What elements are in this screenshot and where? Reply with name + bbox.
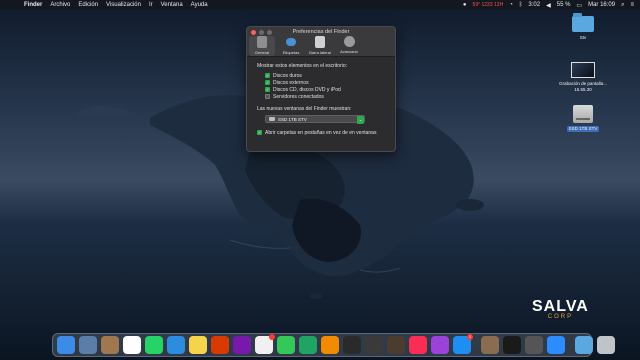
window-title: Preferencias del Finder [292,29,350,35]
desktop-icon-label: Stv [579,35,587,40]
tab-general-label: General [254,50,270,55]
checkbox-box[interactable] [265,94,270,99]
messages-icon[interactable] [277,336,295,354]
checkbox-label: Servidores conectados [273,93,324,100]
dock: 1 [52,333,615,357]
new-windows-label: Las nuevas ventanas del Finder muestran: [257,106,352,112]
preview-icon[interactable] [79,336,97,354]
menu-edicion[interactable]: Edición [78,2,98,8]
spotlight-search-icon[interactable]: ⌕ [621,2,624,9]
terminal-icon[interactable] [503,336,521,354]
checkbox-box[interactable]: ✓ [257,130,262,135]
gear-icon [343,36,355,47]
battery-text[interactable]: 55 % [557,2,571,8]
volume-icon[interactable]: ◀ [546,2,551,9]
desktop-icon-label: SSD 1TB STV [566,126,600,132]
status-stats[interactable]: 59° 1233 13H [473,2,504,8]
desktop-icon-label: Grabación de pantalla... 15.55.30 [559,81,607,92]
window-titlebar[interactable]: Preferencias del Finder General Etiqueta… [247,27,395,57]
tag-icon [286,38,296,46]
whatsapp-icon[interactable] [145,336,163,354]
battery-icon[interactable]: ▭ [576,2,582,9]
menu-ventana[interactable]: Ventana [161,2,183,8]
new-windows-select[interactable]: SSD 1TB STV ⌄ [265,115,365,124]
trash-icon[interactable] [597,336,615,354]
photos-icon[interactable] [255,334,275,354]
video-thumbnail-icon [571,62,595,78]
checkbox-label: Discos CD, discos DVD y iPod [273,86,341,93]
notification-badge: 1 [467,334,473,340]
disk-icon [269,117,275,121]
desktop-items-label: Mostrar estos elementos en el escritorio… [257,63,348,69]
tab-general[interactable]: General [249,36,275,56]
menu-ayuda[interactable]: Ayuda [191,2,208,8]
menu-app-name[interactable]: Finder [24,2,42,8]
wifi-icon[interactable]: ◔ [509,2,513,8]
checkbox-label: Discos externos [273,79,309,86]
hard-disk-icon [573,105,593,123]
checkbox-discos-externos[interactable]: ✓ Discos externos [265,79,395,86]
checkbox-box[interactable]: ✓ [265,73,270,78]
control-center-icon[interactable]: ≡ [630,2,634,8]
stack-icon[interactable] [481,336,499,354]
checkbox-label: Abrir carpetas en pestañas en vez de en … [265,129,377,136]
checkbox-box[interactable]: ✓ [265,87,270,92]
office-icon[interactable] [211,336,229,354]
desktop-icon-ssd[interactable]: SSD 1TB STV [558,105,608,132]
brand-watermark: SALVA CORP [532,298,589,320]
menu-bar: Finder Archivo Edición Visualización Ir … [0,0,640,10]
prefs-toolbar: General Etiquetas Barra lateral Avanzado [249,36,362,56]
appstore-icon[interactable]: 1 [453,334,473,354]
new-windows-value: SSD 1TB STV [278,116,307,122]
music-icon[interactable] [409,336,427,354]
notification-badge [269,334,275,340]
tab-avanzado[interactable]: Avanzado [336,36,362,56]
downloads-folder-icon[interactable] [575,336,593,354]
books-icon[interactable] [387,336,405,354]
bluetooth-icon[interactable]: ᛒ [519,2,523,8]
record-icon[interactable]: ● [463,2,467,8]
vlc-icon[interactable] [321,336,339,354]
chevron-down-icon: ⌄ [357,116,364,124]
prefs-content: Mostrar estos elementos en el escritorio… [247,57,395,136]
network-icon[interactable] [365,336,383,354]
checkbox-label: Discos duros [273,72,302,79]
zoom-icon[interactable] [547,336,565,354]
general-icon [257,36,267,48]
menu-visualizacion[interactable]: Visualización [106,2,141,8]
checkbox-open-in-tabs[interactable]: ✓ Abrir carpetas en pestañas en vez de e… [257,129,395,136]
desktop-icon-recording[interactable]: Grabación de pantalla... 15.55.30 [558,62,608,93]
notes-icon[interactable] [189,336,207,354]
podcasts-icon[interactable] [431,336,449,354]
finder-list-icon[interactable] [525,336,543,354]
menu-ir[interactable]: Ir [149,2,153,8]
calendar-icon[interactable] [123,336,141,354]
time-short[interactable]: 3:02 [528,2,540,8]
sidebar-icon [315,36,325,48]
clock[interactable]: Mar 16:09 [588,2,615,8]
folder-icon [572,13,594,32]
menu-status-area: ● 59° 1233 13H ◔ ᛒ 3:02 ◀ 55 % ▭ Mar 16:… [463,2,634,9]
tab-barra-lateral-label: Barra lateral [309,50,331,55]
box-icon[interactable] [343,336,361,354]
finder-preferences-window: Preferencias del Finder General Etiqueta… [246,26,396,152]
checkbox-box[interactable]: ✓ [265,80,270,85]
sheets-icon[interactable] [299,336,317,354]
tab-barra-lateral[interactable]: Barra lateral [307,36,333,56]
notes-brown-icon[interactable] [101,336,119,354]
menu-archivo[interactable]: Archivo [50,2,70,8]
finder-icon[interactable] [57,336,75,354]
desktop-icon-stv[interactable]: Stv [558,13,608,41]
checkbox-discos-duros[interactable]: ✓ Discos duros [265,72,395,79]
tab-etiquetas-label: Etiquetas [282,50,300,55]
tab-etiquetas[interactable]: Etiquetas [278,36,304,56]
onenote-icon[interactable] [233,336,251,354]
checkbox-servidores[interactable]: Servidores conectados [265,93,395,100]
checkbox-discos-cd[interactable]: ✓ Discos CD, discos DVD y iPod [265,86,395,93]
tab-avanzado-label: Avanzado [340,49,358,54]
safari-icon[interactable] [167,336,185,354]
